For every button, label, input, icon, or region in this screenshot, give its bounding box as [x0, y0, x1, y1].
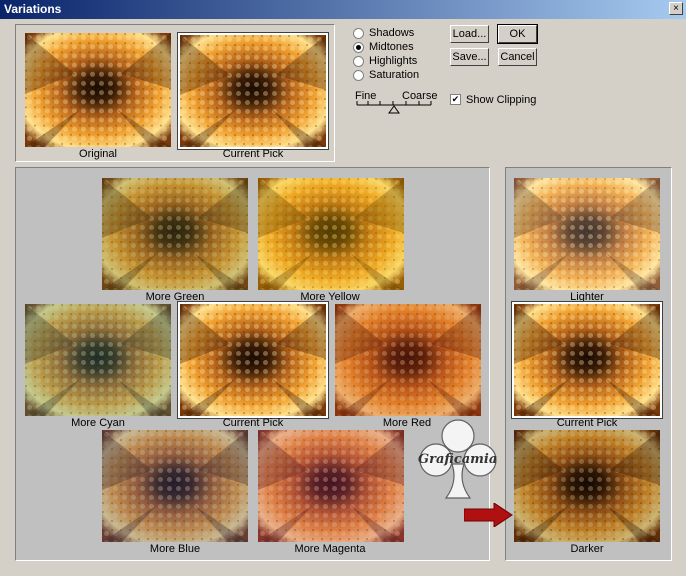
lighter-thumb[interactable]: [514, 178, 660, 290]
show-clipping-checkbox[interactable]: ✔: [450, 94, 461, 105]
radio-button[interactable]: [353, 27, 364, 39]
brightness-current-pick-image: [514, 304, 660, 416]
radio-button[interactable]: [353, 69, 364, 81]
radio-button[interactable]: [353, 41, 364, 53]
more-green-thumb[interactable]: [102, 178, 248, 290]
more-magenta-thumb[interactable]: [258, 430, 404, 542]
checkmark-icon: ✔: [451, 94, 460, 104]
center-current-pick-thumb[interactable]: [177, 301, 329, 419]
radio-shadows[interactable]: Shadows: [353, 26, 414, 40]
more-cyan-caption: More Cyan: [71, 417, 125, 429]
radio-label: Midtones: [369, 41, 414, 53]
more-yellow-image: [258, 178, 404, 290]
current-pick-preview: [177, 32, 329, 150]
more-blue-thumb[interactable]: [102, 430, 248, 542]
more-yellow-thumb[interactable]: [258, 178, 404, 290]
current-pick-caption: Current Pick: [222, 148, 284, 160]
more-red-thumb[interactable]: [335, 304, 481, 416]
radio-label: Saturation: [369, 69, 420, 81]
center-current-pick-image: [180, 304, 326, 416]
more-cyan-image: [25, 304, 171, 416]
more-magenta-caption: More Magenta: [294, 543, 366, 555]
more-cyan-thumb[interactable]: [25, 304, 171, 416]
save-button[interactable]: Save...: [450, 48, 489, 66]
show-clipping-label: Show Clipping: [466, 94, 537, 106]
original-image: [25, 33, 171, 147]
more-magenta-image: [258, 430, 404, 542]
close-icon: ×: [673, 3, 679, 14]
cancel-button[interactable]: Cancel: [498, 48, 537, 66]
original-preview: [25, 33, 171, 147]
watermark-text: Graficamia: [418, 452, 498, 467]
red-arrow-icon: [464, 503, 513, 527]
radio-button[interactable]: [353, 55, 364, 67]
ok-button[interactable]: OK: [497, 24, 538, 44]
close-button[interactable]: ×: [669, 2, 683, 15]
center-current-pick-caption: Current Pick: [222, 417, 284, 429]
lighter-image: [514, 178, 660, 290]
more-green-image: [102, 178, 248, 290]
darker-caption: Darker: [570, 543, 604, 555]
darker-thumb[interactable]: [514, 430, 660, 542]
window-title: Variations: [4, 2, 62, 16]
darker-image: [514, 430, 660, 542]
fine-coarse-slider[interactable]: [355, 100, 435, 114]
radio-saturation[interactable]: Saturation: [353, 68, 419, 82]
radio-midtones[interactable]: Midtones: [353, 40, 414, 54]
more-blue-image: [102, 430, 248, 542]
original-caption: Original: [79, 148, 117, 160]
more-red-image: [335, 304, 481, 416]
radio-label: Shadows: [369, 27, 415, 39]
brightness-current-pick-thumb[interactable]: [511, 301, 663, 419]
load-button[interactable]: Load...: [450, 25, 489, 43]
radio-highlights[interactable]: Highlights: [353, 54, 417, 68]
current-pick-image: [180, 35, 326, 147]
brightness-current-pick-caption: Current Pick: [556, 417, 618, 429]
radio-label: Highlights: [369, 55, 418, 67]
more-blue-caption: More Blue: [149, 543, 201, 555]
title-bar: Variations ×: [0, 0, 686, 19]
slider-thumb[interactable]: [388, 105, 400, 114]
